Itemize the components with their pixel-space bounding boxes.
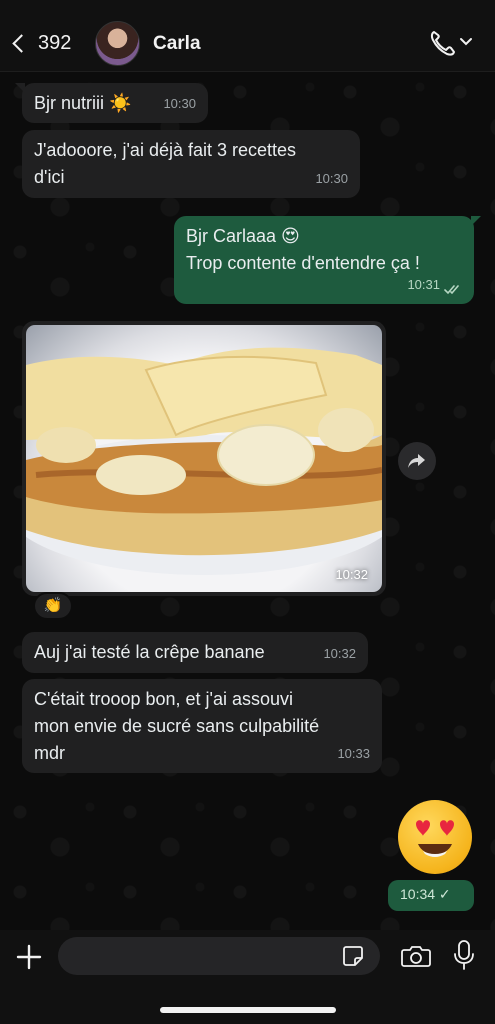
message-bubble-incoming[interactable]: Bjr nutriii ☀️ 10:30 bbox=[15, 83, 208, 123]
message-time: 10:31 bbox=[407, 277, 440, 292]
crepe-photo[interactable]: 10:32 bbox=[26, 325, 382, 592]
phone-icon bbox=[430, 31, 472, 56]
camera-button[interactable] bbox=[401, 944, 431, 968]
message-text: J'adooore, j'ai déjà fait 3 recettes bbox=[34, 140, 297, 160]
message-bubble-incoming[interactable]: C'était trooop bon, et j'ai assouvi mon … bbox=[22, 679, 382, 773]
forward-button[interactable] bbox=[398, 442, 436, 480]
message-text: Bjr Carlaaa 😍 bbox=[186, 226, 300, 246]
reaction-badge[interactable]: 👏 bbox=[33, 592, 73, 620]
message-text: d'ici bbox=[34, 167, 65, 187]
message-time: 10:34 ✓ bbox=[400, 886, 451, 902]
unread-count: 392 bbox=[38, 31, 72, 54]
message-time: 10:32 bbox=[323, 646, 356, 661]
photo-time: 10:32 bbox=[335, 567, 368, 582]
contact-name[interactable]: Carla bbox=[153, 33, 201, 55]
attach-button[interactable] bbox=[16, 944, 42, 970]
mic-button[interactable] bbox=[452, 940, 476, 970]
message-time: 10:30 bbox=[315, 171, 348, 186]
message-text: C'était trooop bon, et j'ai assouvi bbox=[34, 689, 294, 709]
message-input[interactable] bbox=[58, 937, 380, 975]
sticker-icon bbox=[343, 946, 363, 966]
home-indicator bbox=[160, 1007, 336, 1013]
message-time: 10:33 bbox=[337, 746, 370, 761]
message-time: 10:30 bbox=[163, 96, 196, 111]
double-check-icon bbox=[444, 285, 459, 295]
camera-icon bbox=[401, 946, 431, 967]
crepe-banana-image bbox=[26, 347, 382, 575]
message-text: Auj j'ai testé la crêpe banane bbox=[34, 642, 265, 662]
back-button[interactable]: 392 bbox=[8, 26, 78, 60]
sticker-button[interactable] bbox=[342, 945, 364, 967]
photo-message[interactable]: 10:32 bbox=[22, 321, 386, 596]
message-text: mon envie de sucré sans culpabilité bbox=[34, 716, 320, 736]
message-text: mdr bbox=[34, 743, 65, 763]
message-bubble-incoming[interactable]: Auj j'ai testé la crêpe banane 10:32 bbox=[22, 632, 368, 673]
call-button[interactable] bbox=[428, 28, 474, 58]
heart-eyes-icon bbox=[416, 820, 454, 857]
chevron-left-icon bbox=[12, 33, 31, 53]
microphone-icon bbox=[454, 940, 474, 970]
heart-eyes-emoji[interactable]: 😍 bbox=[398, 800, 472, 874]
avatar[interactable] bbox=[95, 21, 140, 66]
message-bubble-incoming[interactable]: J'adooore, j'ai déjà fait 3 recettes d'i… bbox=[22, 130, 360, 198]
message-bubble-outgoing[interactable]: 10:34 ✓ bbox=[388, 880, 474, 911]
message-bubble-outgoing[interactable]: Bjr Carlaaa 😍 Trop contente d'entendre ç… bbox=[174, 216, 481, 304]
message-text: Bjr nutriii ☀️ bbox=[34, 93, 132, 113]
forward-icon bbox=[408, 454, 425, 468]
plus-icon bbox=[16, 944, 42, 970]
